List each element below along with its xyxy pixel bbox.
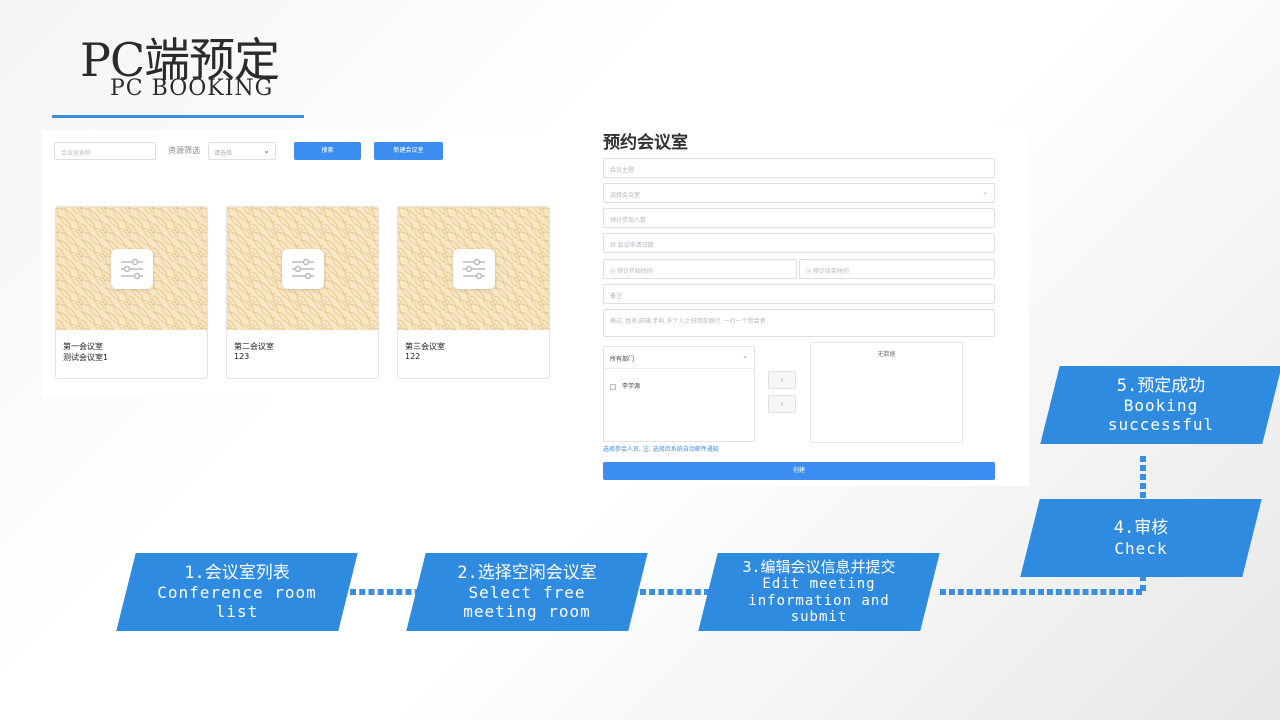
step-3: 3.编辑会议信息并提交 Edit meeting information and … [698,553,940,631]
step-title-en: Booking successful [1107,396,1215,435]
transfer-target-list: 无数据 [810,342,963,443]
room-card-desc: 122 [405,352,421,361]
room-card-2[interactable]: 第二会议室 123 [226,206,379,379]
participants-textarea[interactable]: 格式: 姓名,邮箱,手机 多个人之间回车换行, 一行一个参会者 [603,309,995,337]
step-2: 2.选择空闲会议室 Select free meeting room [406,553,648,631]
end-time-picker[interactable]: ◷ 预计结束时间 [799,259,995,279]
checkbox[interactable] [610,383,616,390]
start-time-picker[interactable]: ◷ 预计开始时间 [603,259,797,279]
connector-line [940,589,1142,595]
room-select-value: 选择会议室 [610,193,641,199]
step-title-en: Edit meeting information and submit [748,575,890,626]
transfer-left-button[interactable]: ‹ [768,371,796,389]
step-title-cn: 2.选择空闲会议室 [457,562,597,583]
department-select-value: 所有部门 [610,356,635,363]
start-time-value: 预计开始时间 [616,269,653,275]
chevron-down-icon: ⌄ [982,189,988,196]
chevron-down-icon: ⌄ [263,146,270,155]
end-time-value: 预计结束时间 [812,269,849,275]
step-4: 4.审核 Check [1020,499,1262,577]
step-title-en: Conference room list [157,583,317,622]
resource-filter-label: 资源筛选 [168,146,200,155]
step-title-cn: 1.会议室列表 [184,562,290,583]
step-5: 5.预定成功 Booking successful [1040,366,1280,444]
connector-line [1140,575,1146,591]
transfer-right-button[interactable]: › [768,395,796,413]
resource-filter-select[interactable]: 请选择 ⌄ [208,142,276,160]
resource-filter-value: 请选择 [214,150,233,157]
room-card-desc: 测试会议室1 [63,353,109,362]
title-underline [52,115,304,118]
step-title-cn: 4.审核 [1113,518,1169,539]
page-subtitle: PC BOOKING [110,76,274,101]
booking-form-panel: 预约会议室 会议主题 选择会议室 ⌄ 预计参加人数 ▦ 会议申请日期 ◷ 预计开… [567,122,1029,486]
room-card-3[interactable]: 第三会议室 122 [397,206,550,379]
connector-line [640,589,710,595]
transfer-source-list: 所有部门 ⌄ 李学源 [603,346,755,442]
meeting-topic-input[interactable]: 会议主题 [603,158,995,178]
room-card-image [56,207,207,330]
step-title-en: Select free meeting room [463,583,591,622]
step-1: 1.会议室列表 Conference room list [116,553,358,631]
step-title-cn: 3.编辑会议信息并提交 [742,557,896,576]
chevron-down-icon: ⌄ [742,352,748,360]
room-card-name: 第三会议室 [405,342,445,351]
settings-sliders-icon [453,249,495,289]
empty-state-text: 无数据 [877,351,896,358]
remark-input[interactable]: 备注 [603,284,995,304]
room-name-search-input[interactable]: 会议室名称 [54,142,156,160]
room-card-desc: 123 [234,352,250,361]
connector-line [1140,456,1146,498]
room-card-name: 第二会议室 [234,342,274,351]
date-picker[interactable]: ▦ 会议申请日期 [603,233,995,253]
step-title-cn: 5.预定成功 [1116,375,1206,396]
room-card-name: 第一会议室 [63,342,103,351]
person-name: 李学源 [622,383,641,390]
room-list-panel: 会议室名称 资源筛选 请选择 ⌄ 搜索 新建会议室 第一会议室 测试会议室1 第… [42,130,570,398]
room-card-image [398,207,549,330]
new-room-button[interactable]: 新建会议室 [374,142,443,160]
participant-hint: 选择参会人员, 注: 选择后系统自动邮件通知 [603,446,719,453]
room-card-1[interactable]: 第一会议室 测试会议室1 [55,206,208,379]
date-picker-value: 会议申请日期 [617,243,654,249]
clock-icon: ◷ [610,269,617,275]
attendee-count-input[interactable]: 预计参加人数 [603,208,995,228]
calendar-icon: ▦ [610,243,618,249]
search-button[interactable]: 搜索 [294,142,361,160]
person-checkbox-item[interactable]: 李学源 [610,381,640,390]
clock-icon: ◷ [806,269,813,275]
room-card-image [227,207,378,330]
create-button[interactable]: 创建 [603,462,995,480]
settings-sliders-icon [111,249,153,289]
step-title-en: Check [1114,538,1168,558]
room-select[interactable]: 选择会议室 ⌄ [603,183,995,203]
settings-sliders-icon [282,249,324,289]
form-title: 预约会议室 [603,133,688,153]
department-select[interactable]: 所有部门 ⌄ [604,347,754,369]
